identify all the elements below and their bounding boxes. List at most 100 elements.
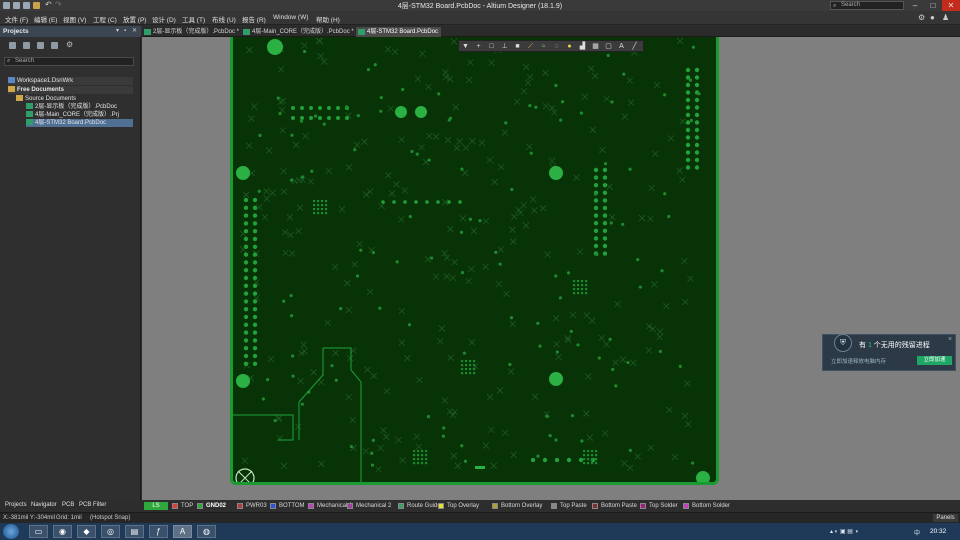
route-icon[interactable]: ⟋ xyxy=(527,43,534,50)
layer-tab-gnd02[interactable]: GND02 xyxy=(197,502,226,510)
start-button[interactable] xyxy=(3,524,19,539)
layer-tab-top-paste[interactable]: Top Paste xyxy=(551,502,587,510)
speed-up-button[interactable]: 立即加速 xyxy=(917,356,952,365)
align-icon[interactable]: ⊥ xyxy=(501,43,508,50)
tree-item-stm32-board[interactable]: 4层-STM32 Board.PcbDoc xyxy=(26,119,133,127)
via-icon[interactable]: ● xyxy=(566,43,573,50)
new-project-icon[interactable] xyxy=(9,42,16,49)
menu-tools[interactable]: 工具 (T) xyxy=(182,14,205,24)
taskbar-folder-icon[interactable]: ▤ xyxy=(125,525,144,538)
tree-item-free-documents[interactable]: Free Documents xyxy=(8,86,133,94)
pad xyxy=(392,200,396,204)
layer-tab-bottom-overlay[interactable]: Bottom Overlay xyxy=(492,502,542,510)
thermal-relief-mark xyxy=(585,373,592,380)
panel-pin-icon[interactable]: ▪ xyxy=(124,26,126,37)
taskbar-editor-icon[interactable]: ƒ xyxy=(149,525,168,538)
layer-tab-top-solder[interactable]: Top Solder xyxy=(640,502,678,510)
status-bar: X:-381mil Y:-304mil Grid: 1mil (Hotspot … xyxy=(0,512,960,523)
global-search-input[interactable]: ⌕ Search xyxy=(830,1,904,10)
user-icon[interactable]: ♟ xyxy=(942,13,949,22)
menu-view[interactable]: 视图 (V) xyxy=(63,14,86,24)
ic-pad xyxy=(413,450,416,453)
layer-tab-mechanical-2[interactable]: Mechanical 2 xyxy=(347,502,391,510)
polygon-icon[interactable]: ▟ xyxy=(579,43,586,50)
panel-close-icon[interactable]: ✕ xyxy=(132,26,137,37)
current-layer-indicator[interactable]: LS xyxy=(144,502,168,510)
tree-item-source-documents[interactable]: Source Documents xyxy=(16,95,76,103)
notifications-icon[interactable]: ● xyxy=(930,13,935,22)
projects-search-input[interactable]: ⌕ Search xyxy=(4,57,134,66)
taskbar-altium-icon[interactable]: A xyxy=(173,525,192,538)
via xyxy=(593,192,598,196)
layer-tab-bottom[interactable]: BOTTOM xyxy=(270,502,305,510)
close-window-button[interactable]: ✕ xyxy=(942,0,960,11)
taskbar-media-icon[interactable]: ◎ xyxy=(101,525,120,538)
menu-edit[interactable]: 编辑 (E) xyxy=(34,14,57,24)
mounting-hole xyxy=(267,39,283,55)
layer-tab-mechanical-1[interactable]: Mechanical 1 xyxy=(308,502,352,510)
tree-item-display-board[interactable]: 2层-显示板（完成版）.PcbDoc xyxy=(26,103,117,111)
tree-item-main-core[interactable]: 4层-Main_CORE（完成版）.Prj xyxy=(26,111,119,119)
pcb-board[interactable] xyxy=(230,37,719,485)
filter-icon[interactable]: ▼ xyxy=(462,43,469,50)
project-options-icon[interactable]: ⚙ xyxy=(66,40,73,49)
layer-label: Bottom Overlay xyxy=(501,503,543,509)
menu-route[interactable]: 布线 (U) xyxy=(212,14,236,24)
line-icon[interactable]: ╱ xyxy=(631,43,638,50)
tab-display-board[interactable]: 2层-显示板（完成版）.PcbDoc * xyxy=(142,27,242,37)
tray-icons[interactable]: ▴ ◐ ▣ ▤ ◑ xyxy=(830,528,858,535)
menu-file[interactable]: 文件 (F) xyxy=(5,14,28,24)
minimize-button[interactable]: – xyxy=(906,0,924,11)
layer-tab-top[interactable]: TOP xyxy=(172,502,193,510)
thermal-relief-mark xyxy=(542,102,550,110)
menu-design[interactable]: 设计 (D) xyxy=(152,14,176,24)
open-project-icon[interactable] xyxy=(37,42,44,49)
menu-reports[interactable]: 报告 (R) xyxy=(242,14,266,24)
thermal-relief-mark xyxy=(679,118,686,125)
close-notification-button[interactable]: × xyxy=(948,336,952,343)
layer-tab-route-guide[interactable]: Route Guide xyxy=(398,502,441,510)
taskbar-app-icon[interactable]: ◆ xyxy=(77,525,96,538)
menu-window[interactable]: Window (W) xyxy=(273,14,308,21)
panel-menu-icon[interactable]: ▾ xyxy=(116,26,119,37)
close-project-icon[interactable] xyxy=(51,42,58,49)
pad xyxy=(602,198,608,203)
layer-color-swatch xyxy=(551,503,557,509)
pcb-canvas[interactable]: ▼ + □ ⊥ ■ ⟋ ≈ ◌ ● ▟ ▦ ▢ A ╱ xyxy=(142,37,960,500)
save-project-icon[interactable] xyxy=(23,42,30,49)
text-icon[interactable]: A xyxy=(618,43,625,50)
taskbar-chrome-icon[interactable]: ◍ xyxy=(197,525,216,538)
thermal-relief-mark xyxy=(634,453,642,460)
keepout-icon[interactable]: ▢ xyxy=(605,43,612,50)
menu-help[interactable]: 帮助 (H) xyxy=(316,14,340,24)
component-icon[interactable]: ■ xyxy=(514,43,521,50)
tab-label: 2层-显示板（完成版）.PcbDoc * xyxy=(153,29,240,35)
move-icon[interactable]: + xyxy=(475,43,482,50)
panel-tab-projects[interactable]: Projects xyxy=(5,502,27,508)
pad xyxy=(243,299,249,304)
panel-tab-pcb-filter[interactable]: PCB Filter xyxy=(79,502,106,508)
layer-tab-pwr03[interactable]: PWR03 xyxy=(237,502,267,510)
tab-stm32-board[interactable]: 4层-STM32 Board.PcbDoc xyxy=(356,27,442,37)
via xyxy=(289,293,293,298)
menu-place[interactable]: 放置 (P) xyxy=(123,14,146,24)
menu-project[interactable]: 工程 (C) xyxy=(93,14,117,24)
taskbar-browser-icon[interactable]: ◉ xyxy=(53,525,72,538)
region-icon[interactable]: ▦ xyxy=(592,43,599,50)
layer-tab-bottom-solder[interactable]: Bottom Solder xyxy=(683,502,730,510)
input-method-indicator[interactable]: 中 xyxy=(914,528,920,537)
layer-tab-top-overlay[interactable]: Top Overlay xyxy=(438,502,479,510)
pad-icon[interactable]: ◌ xyxy=(553,43,560,50)
panel-tab-pcb[interactable]: PCB xyxy=(62,502,74,508)
select-icon[interactable]: □ xyxy=(488,43,495,50)
tree-item-workspace[interactable]: Workspace1.DsnWrk xyxy=(8,77,133,85)
layer-tab-bottom-paste[interactable]: Bottom Paste xyxy=(592,502,637,510)
panel-tab-navigator[interactable]: Navigator xyxy=(31,502,57,508)
taskbar-explorer-icon[interactable]: ▭ xyxy=(29,525,48,538)
diff-pair-icon[interactable]: ≈ xyxy=(540,43,547,50)
tab-main-core[interactable]: 4层-Main_CORE（完成版）.PcbDoc * xyxy=(241,27,357,37)
settings-icon[interactable]: ⚙ xyxy=(918,13,925,22)
panels-button[interactable]: Panels xyxy=(933,514,958,522)
thermal-relief-mark xyxy=(298,349,305,357)
maximize-button[interactable]: □ xyxy=(924,0,942,11)
